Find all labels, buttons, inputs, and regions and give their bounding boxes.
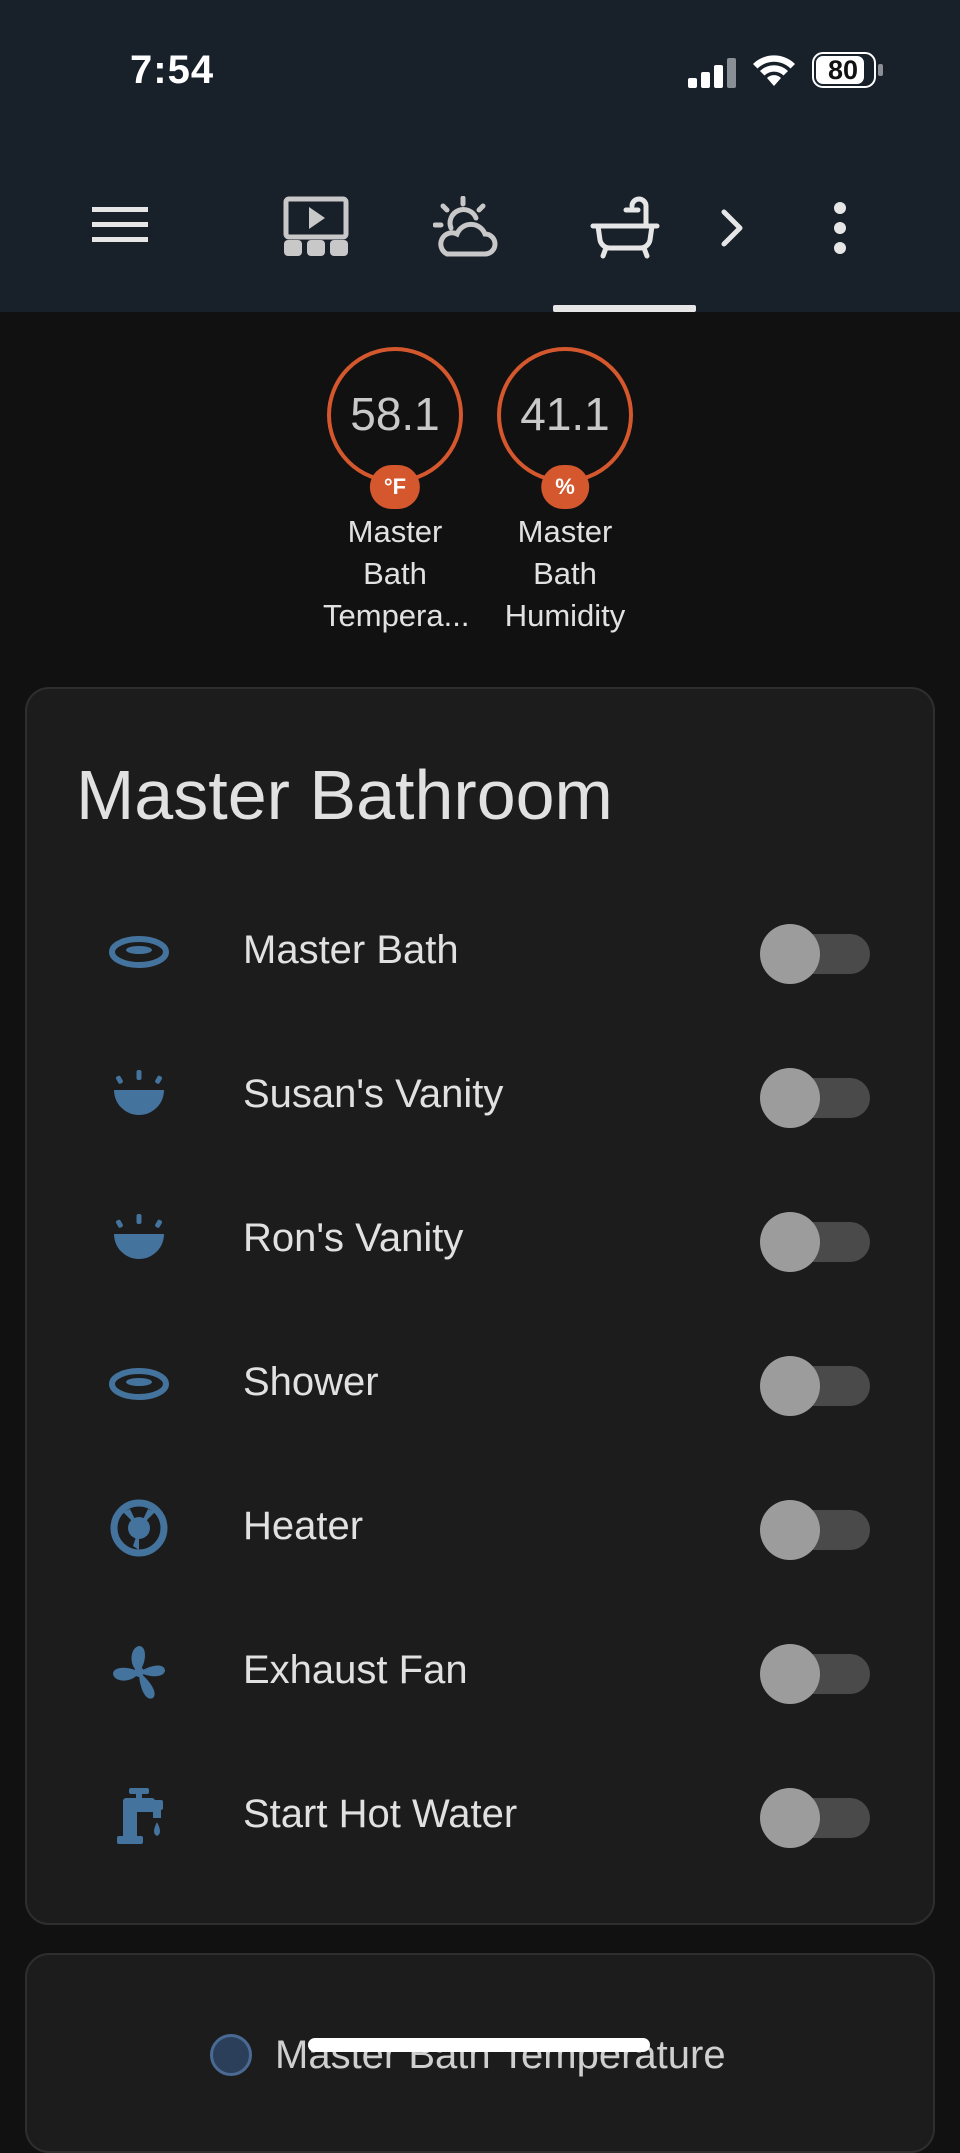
cellular-signal-icon xyxy=(688,58,736,88)
badge-unit: °F xyxy=(369,465,421,509)
entity-row-label: Shower xyxy=(243,1360,379,1404)
entity-row-label: Heater xyxy=(243,1504,364,1548)
status-time: 7:54 xyxy=(130,48,215,92)
toggle-switch[interactable] xyxy=(760,1066,870,1128)
badge-label-line: Bath xyxy=(363,556,427,591)
entity-row-label: Susan's Vanity xyxy=(243,1072,504,1116)
vanity-light-icon xyxy=(114,1214,164,1259)
toggle-thumb xyxy=(760,1068,820,1128)
selected-tab-indicator xyxy=(553,305,696,312)
badge-temperature[interactable]: 58.1 °F Master Bath Tempera... xyxy=(323,347,470,637)
vanity-light-icon xyxy=(114,1070,164,1115)
badge-label-line: Bath xyxy=(533,556,597,591)
entity-row-label: Exhaust Fan xyxy=(243,1648,468,1692)
entity-row-shower[interactable]: Shower xyxy=(25,1312,935,1456)
badge-humidity[interactable]: 41.1 % Master Bath Humidity xyxy=(493,347,637,637)
badge-value: 58.1 xyxy=(350,388,440,440)
badge-value: 41.1 xyxy=(520,388,610,440)
badge-label-line: Tempera... xyxy=(323,598,470,633)
toggle-thumb xyxy=(760,1500,820,1560)
heater-icon xyxy=(110,1499,168,1557)
toggle-thumb xyxy=(760,1356,820,1416)
toggle-thumb xyxy=(760,1788,820,1848)
badge-label-line: Master xyxy=(347,514,443,549)
toggle-switch[interactable] xyxy=(760,1642,870,1704)
bathtub-icon[interactable] xyxy=(590,196,660,260)
toggle-switch[interactable] xyxy=(760,1210,870,1272)
badge-label-line: Humidity xyxy=(504,598,626,633)
entity-row-label: Start Hot Water xyxy=(243,1792,518,1836)
entity-row-label: Master Bath xyxy=(243,928,459,972)
badge-label: Master Bath Humidity xyxy=(493,511,637,637)
toggle-switch[interactable] xyxy=(760,922,870,984)
weather-partly-cloudy-icon[interactable] xyxy=(433,196,503,260)
entity-row-label: Ron's Vanity xyxy=(243,1216,464,1260)
badge-label-line: Master xyxy=(517,514,613,549)
ceiling-light-icon xyxy=(109,936,169,968)
toggle-switch[interactable] xyxy=(760,1354,870,1416)
entity-row-susans-vanity[interactable]: Susan's Vanity xyxy=(25,1024,935,1168)
wifi-icon xyxy=(753,55,795,86)
toggle-thumb xyxy=(760,1644,820,1704)
toggle-thumb xyxy=(760,924,820,984)
dots-vertical-icon[interactable] xyxy=(828,202,852,254)
toggle-thumb xyxy=(760,1212,820,1272)
badge-label: Master Bath Tempera... xyxy=(323,511,470,637)
badge-unit: % xyxy=(541,465,589,509)
badge-ring: 41.1 % xyxy=(497,347,633,509)
toggle-switch[interactable] xyxy=(760,1786,870,1848)
ceiling-light-icon xyxy=(109,1368,169,1400)
entity-row-master-bath[interactable]: Master Bath xyxy=(25,880,935,1024)
entity-row-exhaust-fan[interactable]: Exhaust Fan xyxy=(25,1600,935,1744)
fan-icon xyxy=(113,1646,165,1699)
battery-level: 80 xyxy=(827,55,859,85)
legend-color-dot[interactable] xyxy=(210,2034,252,2076)
chevron-right-icon[interactable] xyxy=(718,208,748,248)
entity-row-heater[interactable]: Heater xyxy=(25,1456,935,1600)
badge-ring: 58.1 °F xyxy=(327,347,463,509)
home-indicator[interactable] xyxy=(308,2038,650,2052)
app-header: 7:54 80 xyxy=(0,0,960,312)
theater-icon[interactable] xyxy=(282,196,350,260)
card-title: Master Bathroom xyxy=(76,756,613,834)
menu-icon[interactable] xyxy=(90,205,150,245)
entity-row-rons-vanity[interactable]: Ron's Vanity xyxy=(25,1168,935,1312)
toggle-switch[interactable] xyxy=(760,1498,870,1560)
water-pump-icon xyxy=(117,1788,163,1844)
entity-row-start-hot-water[interactable]: Start Hot Water xyxy=(25,1744,935,1888)
